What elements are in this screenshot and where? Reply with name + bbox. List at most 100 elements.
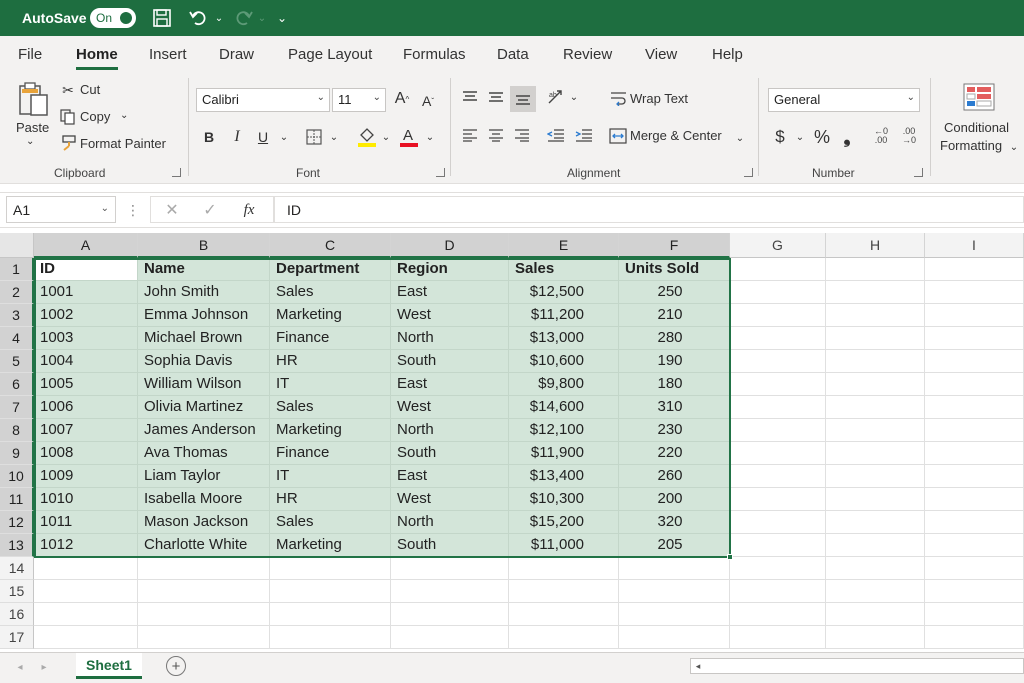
table-cell[interactable]: East (391, 373, 509, 396)
table-cell[interactable] (619, 557, 730, 580)
select-all-corner[interactable] (0, 233, 34, 258)
row-header[interactable]: 5 (0, 350, 34, 373)
table-cell[interactable] (826, 465, 925, 488)
table-cell[interactable] (925, 373, 1024, 396)
font-name-select[interactable]: Calibri ⌄ (196, 88, 330, 112)
wrap-text-icon[interactable] (610, 88, 628, 108)
align-middle-icon[interactable] (486, 86, 506, 108)
formula-input[interactable]: ID (274, 196, 1024, 223)
tab-home[interactable]: Home (76, 46, 118, 63)
number-format-select[interactable]: General ⌄ (768, 88, 920, 112)
table-cell[interactable]: North (391, 419, 509, 442)
table-cell[interactable] (826, 603, 925, 626)
table-cell[interactable] (730, 442, 826, 465)
table-cell[interactable]: Sales (270, 281, 391, 304)
table-cell[interactable] (270, 580, 391, 603)
align-bottom-icon[interactable] (510, 86, 536, 112)
table-cell[interactable]: Mason Jackson (138, 511, 270, 534)
copy-button[interactable]: Copy (80, 109, 110, 124)
table-cell[interactable] (730, 557, 826, 580)
table-cell[interactable] (826, 304, 925, 327)
table-cell[interactable]: 280 (619, 327, 730, 350)
table-cell[interactable] (34, 557, 138, 580)
table-cell[interactable] (730, 350, 826, 373)
fill-color-icon[interactable] (356, 124, 378, 148)
percent-icon[interactable]: % (812, 126, 832, 148)
row-header[interactable]: 1 (0, 258, 34, 281)
table-cell[interactable]: 1004 (34, 350, 138, 373)
format-painter-icon[interactable] (60, 134, 78, 152)
table-cell[interactable] (391, 580, 509, 603)
row-header[interactable]: 3 (0, 304, 34, 327)
table-cell[interactable]: 205 (619, 534, 730, 557)
wrap-text-button[interactable]: Wrap Text (630, 91, 688, 106)
table-cell[interactable]: Ava Thomas (138, 442, 270, 465)
tab-view[interactable]: View (645, 46, 677, 63)
conditional-formatting-line1[interactable]: Conditional (944, 120, 1009, 135)
table-cell[interactable] (925, 465, 1024, 488)
table-cell[interactable]: 1010 (34, 488, 138, 511)
table-cell[interactable] (270, 557, 391, 580)
add-sheet-icon[interactable]: + (166, 656, 186, 676)
row-header[interactable]: 4 (0, 327, 34, 350)
table-cell[interactable]: North (391, 511, 509, 534)
table-cell[interactable] (925, 511, 1024, 534)
alignment-launcher-icon[interactable] (744, 168, 753, 177)
table-cell[interactable] (391, 557, 509, 580)
column-header-e[interactable]: E (509, 233, 619, 258)
orientation-dropdown-icon[interactable]: ⌄ (568, 88, 580, 106)
column-header-b[interactable]: B (138, 233, 270, 258)
enter-icon[interactable]: ✓ (201, 200, 219, 220)
row-header[interactable]: 12 (0, 511, 34, 534)
table-cell[interactable] (826, 396, 925, 419)
horizontal-scrollbar[interactable]: ◂ (690, 658, 1024, 674)
tab-draw[interactable]: Draw (219, 46, 254, 63)
table-cell[interactable] (138, 626, 270, 649)
table-cell[interactable]: 1005 (34, 373, 138, 396)
table-cell[interactable]: Charlotte White (138, 534, 270, 557)
table-cell[interactable] (730, 580, 826, 603)
table-cell[interactable] (925, 557, 1024, 580)
decrease-indent-icon[interactable] (546, 124, 566, 146)
row-header[interactable]: 9 (0, 442, 34, 465)
format-painter-button[interactable]: Format Painter (80, 136, 166, 151)
insert-function-icon[interactable]: fx (239, 200, 259, 220)
table-cell[interactable]: Liam Taylor (138, 465, 270, 488)
table-cell[interactable]: $12,100 (509, 419, 619, 442)
table-cell[interactable] (270, 603, 391, 626)
table-cell[interactable]: West (391, 396, 509, 419)
cut-button[interactable]: Cut (80, 82, 100, 97)
redo-dropdown-icon[interactable]: ⌄ (256, 6, 268, 30)
table-cell[interactable]: $10,600 (509, 350, 619, 373)
table-cell[interactable] (619, 580, 730, 603)
table-cell[interactable]: Olivia Martinez (138, 396, 270, 419)
table-cell[interactable] (826, 488, 925, 511)
copy-icon[interactable] (60, 108, 76, 126)
tab-formulas[interactable]: Formulas (403, 46, 466, 63)
table-cell[interactable]: West (391, 488, 509, 511)
table-cell[interactable]: 1003 (34, 327, 138, 350)
copy-dropdown-icon[interactable]: ⌄ (120, 110, 128, 121)
table-cell[interactable]: North (391, 327, 509, 350)
column-header-a[interactable]: A (34, 233, 138, 258)
table-cell[interactable] (826, 626, 925, 649)
table-cell[interactable] (826, 258, 925, 281)
table-cell[interactable] (925, 258, 1024, 281)
italic-icon[interactable]: I (228, 126, 246, 148)
table-cell[interactable] (925, 327, 1024, 350)
table-cell[interactable] (730, 281, 826, 304)
row-header[interactable]: 14 (0, 557, 34, 580)
table-cell[interactable] (925, 534, 1024, 557)
table-cell[interactable] (730, 396, 826, 419)
table-cell[interactable] (34, 626, 138, 649)
underline-dropdown-icon[interactable]: ⌄ (278, 128, 290, 146)
table-cell[interactable]: Isabella Moore (138, 488, 270, 511)
paste-dropdown-icon[interactable]: ⌄ (26, 136, 34, 147)
table-cell[interactable]: IT (270, 465, 391, 488)
table-cell[interactable] (730, 603, 826, 626)
table-cell[interactable] (34, 580, 138, 603)
cancel-icon[interactable]: ✕ (163, 200, 181, 220)
column-header-i[interactable]: I (925, 233, 1024, 258)
column-header-g[interactable]: G (730, 233, 826, 258)
undo-icon[interactable] (186, 6, 210, 30)
